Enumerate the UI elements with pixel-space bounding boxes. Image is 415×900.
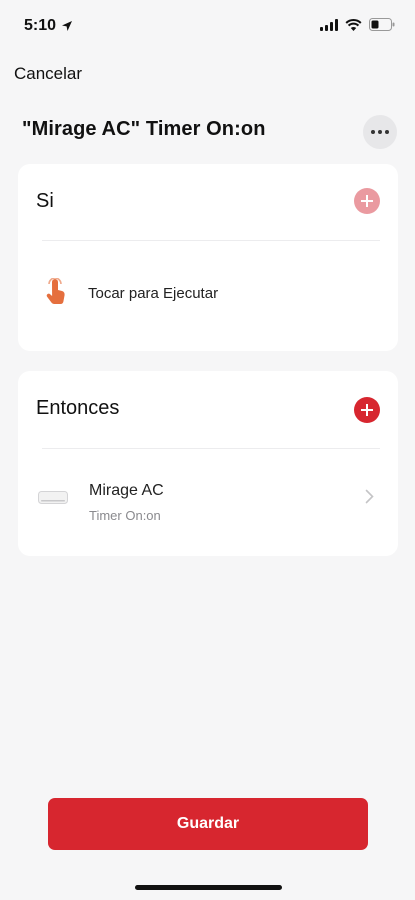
add-action-button[interactable] bbox=[354, 397, 380, 423]
air-conditioner-icon bbox=[38, 491, 68, 504]
then-card-divider bbox=[42, 448, 380, 449]
device-name: Mirage AC bbox=[89, 482, 164, 499]
battery-icon bbox=[369, 18, 395, 31]
plus-icon bbox=[361, 195, 373, 207]
more-options-button[interactable] bbox=[363, 115, 397, 149]
add-condition-button[interactable] bbox=[354, 188, 380, 214]
status-time: 5:10 bbox=[24, 17, 57, 34]
status-time-group: 5:10 bbox=[24, 17, 73, 35]
page-title: "Mirage AC" Timer On:on bbox=[22, 118, 266, 140]
cancel-button[interactable]: Cancelar bbox=[14, 64, 82, 84]
status-bar: 5:10 bbox=[0, 0, 415, 52]
device-action: Timer On:on bbox=[89, 508, 161, 523]
location-arrow-icon bbox=[62, 21, 73, 31]
status-indicators bbox=[320, 18, 395, 31]
action-device-row[interactable]: Mirage AC Timer On:on bbox=[18, 471, 398, 533]
if-condition-card: Si Tocar para Ejecutar bbox=[18, 164, 398, 351]
then-action-card: Entonces Mirage AC Timer On:on bbox=[18, 371, 398, 556]
cellular-signal-icon bbox=[320, 18, 338, 31]
save-button[interactable]: Guardar bbox=[48, 798, 368, 850]
tap-hand-icon bbox=[46, 278, 65, 305]
if-card-title: Si bbox=[36, 190, 54, 212]
wifi-icon bbox=[345, 18, 362, 31]
tap-to-run-row[interactable]: Tocar para Ejecutar bbox=[18, 272, 398, 314]
plus-icon bbox=[361, 404, 373, 416]
chevron-right-icon bbox=[365, 489, 374, 504]
ellipsis-icon bbox=[371, 130, 389, 134]
home-indicator bbox=[135, 885, 282, 890]
then-card-title: Entonces bbox=[36, 397, 120, 419]
if-card-divider bbox=[42, 240, 380, 241]
tap-to-run-label: Tocar para Ejecutar bbox=[88, 285, 219, 302]
